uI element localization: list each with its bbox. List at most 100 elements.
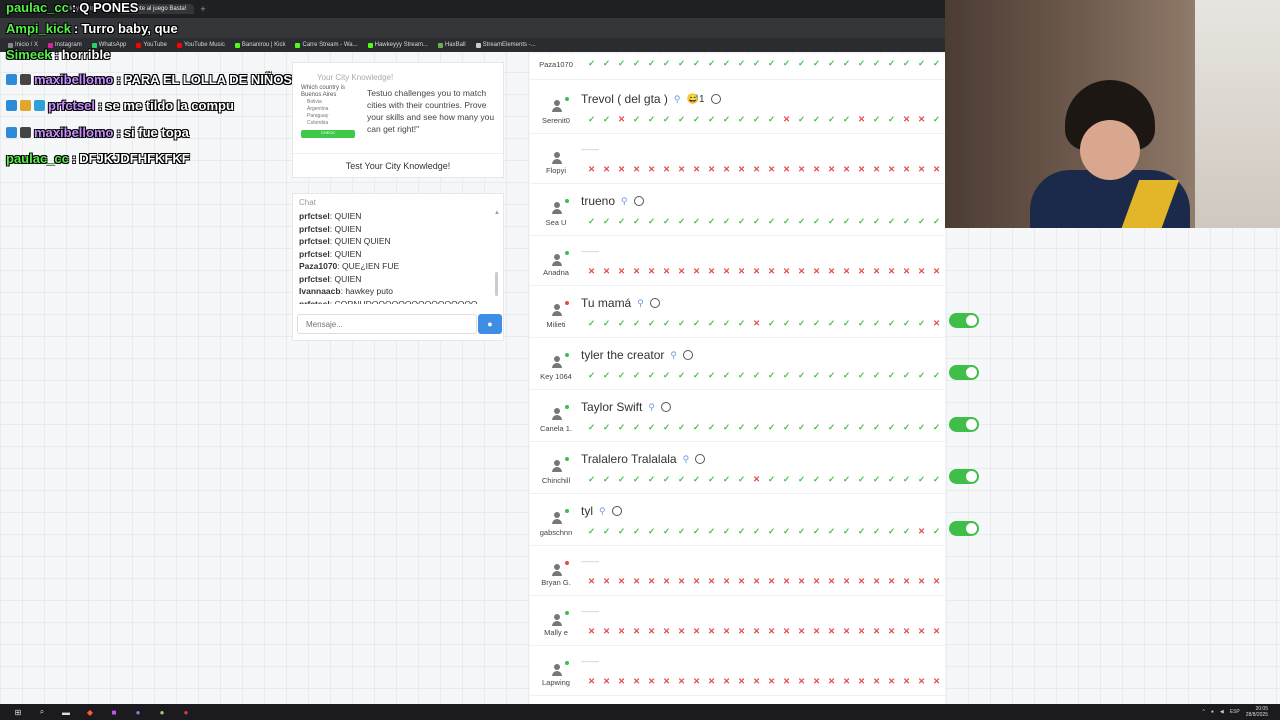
chrome-icon[interactable]: ● (156, 706, 168, 718)
chat-send-button[interactable]: ● (478, 314, 502, 334)
player-approve-toggle[interactable] (949, 521, 979, 536)
player-approve-toggle[interactable] (949, 417, 979, 432)
check-mark-icon: ✓ (902, 370, 911, 380)
brave-icon[interactable]: ◆ (84, 706, 96, 718)
add-reaction-icon[interactable] (710, 94, 721, 104)
check-mark-icon: ✓ (752, 422, 761, 432)
search-icon[interactable]: ⌕ (36, 706, 48, 718)
new-tab-icon[interactable]: + (200, 4, 205, 14)
bookmark-item[interactable]: Carre Stream - Wa... (295, 42, 358, 48)
search-icon[interactable]: ⚲ (621, 196, 628, 207)
chat-scrollbar[interactable]: ▲ (494, 210, 500, 300)
bookmark-item[interactable]: Hawkeyyy Stream... (367, 42, 428, 48)
bookmark-item[interactable]: YouTube Music (176, 42, 225, 48)
windows-start-icon[interactable]: ⊞ (12, 706, 24, 718)
check-mark-icon: ✓ (722, 318, 731, 328)
player-answer: tyl ⚲ (581, 504, 622, 518)
chat-message-user: Ivannaacb (299, 286, 341, 296)
mic-icon[interactable]: ● (1211, 709, 1214, 715)
player-approve-toggle[interactable] (949, 469, 979, 484)
chat-scroll-thumb[interactable] (495, 272, 498, 296)
cross-mark-icon: ✕ (662, 266, 671, 276)
search-icon[interactable]: ⚲ (599, 506, 606, 517)
check-mark-icon: ✓ (647, 114, 656, 124)
chat-message-input[interactable] (297, 314, 477, 334)
bookmark-item[interactable]: YouTube (136, 42, 167, 48)
check-mark-icon: ✓ (797, 526, 806, 536)
search-icon[interactable]: ⚲ (637, 298, 644, 309)
add-reaction-icon[interactable] (633, 196, 644, 206)
cross-mark-icon: ✕ (827, 676, 836, 686)
bookmark-label: Bananirou | Kick (241, 42, 286, 48)
ad-cta-button[interactable]: Test Your City Knowledge! (293, 153, 503, 177)
check-mark-icon: ✓ (872, 422, 881, 432)
check-mark-icon: ✓ (647, 422, 656, 432)
add-reaction-icon[interactable] (649, 298, 660, 308)
check-mark-icon: ✓ (632, 422, 641, 432)
check-mark-icon: ✓ (737, 422, 746, 432)
vote-marks: ✓ ✓ ✓ ✓ ✓ ✓ ✓ ✓ ✓ ✓ ✓ ✓ ✓ ✓ ✓ ✓ ✓ ✓ ✓ ✓ ✓ ✓ ✓ ✓ (584, 370, 944, 380)
check-mark-icon: ✓ (752, 370, 761, 380)
stream-chat-user: maxibellomo (34, 72, 114, 87)
search-icon[interactable]: ⚲ (683, 454, 690, 465)
check-mark-icon: ✓ (857, 216, 866, 226)
chat-message-text: QUIEN QUIEN (334, 236, 391, 246)
cross-mark-icon: ✕ (767, 626, 776, 636)
cross-mark-icon: ✕ (737, 676, 746, 686)
chat-log[interactable]: prfctsel: QUIEN prfctsel: QUIEN prfctsel: … (299, 210, 493, 304)
folder-icon[interactable]: ▬ (60, 706, 72, 718)
add-reaction-icon[interactable] (611, 506, 622, 516)
check-mark-icon: ✓ (647, 370, 656, 380)
language-indicator[interactable]: ESP (1230, 709, 1240, 715)
discord-icon[interactable]: ● (132, 706, 144, 718)
cross-mark-icon: ✕ (632, 164, 641, 174)
bookmark-item[interactable]: HaxBall (437, 42, 466, 48)
add-reaction-icon[interactable] (695, 454, 706, 464)
check-mark-icon: ✓ (692, 58, 701, 68)
add-reaction-icon[interactable] (682, 350, 693, 360)
player-approve-toggle[interactable] (949, 313, 979, 328)
cross-mark-icon: ✕ (842, 576, 851, 586)
add-reaction-icon[interactable] (660, 402, 671, 412)
player-row: Tralalero Tralalala ⚲ Chinchill ✓ ✓ ✓ ✓ ✓ ✓ ✓ ✓ ✓ ✓ ✓… (530, 442, 945, 494)
cross-mark-icon: ✕ (782, 164, 791, 174)
stream-chat-user: maxibellomo (34, 125, 114, 140)
record-icon[interactable]: ● (180, 706, 192, 718)
bookmark-item[interactable]: StreamElements -... (475, 42, 536, 48)
cross-mark-icon: ✕ (587, 164, 596, 174)
player-approve-toggle[interactable] (949, 365, 979, 380)
cross-mark-icon: ✕ (932, 626, 941, 636)
check-mark-icon: ✓ (707, 526, 716, 536)
app-icon[interactable]: ■ (108, 706, 120, 718)
cross-mark-icon: ✕ (692, 676, 701, 686)
chat-message-text: QUIEN (334, 273, 362, 284)
ad-box[interactable]: Your City Knowledge! Which country is Bu… (292, 62, 504, 178)
search-icon[interactable]: ⚲ (674, 94, 681, 105)
check-mark-icon: ✓ (587, 422, 596, 432)
check-mark-icon: ✓ (902, 318, 911, 328)
cross-mark-icon: ✕ (632, 266, 641, 276)
check-mark-icon: ✓ (827, 114, 836, 124)
stream-chat-separator: : (116, 72, 121, 87)
player-answer-text: trueno (581, 194, 616, 208)
player-answer: —— (581, 246, 599, 256)
tray-chevron-icon[interactable]: ^ (1202, 709, 1204, 715)
cross-mark-icon: ✕ (692, 576, 701, 586)
ad-thumb-option: Colombia (307, 120, 329, 126)
cross-mark-icon: ✕ (632, 626, 641, 636)
cross-mark-icon: ✕ (722, 164, 731, 174)
check-mark-icon: ✓ (692, 474, 701, 484)
search-icon[interactable]: ⚲ (670, 350, 677, 361)
cross-mark-icon: ✕ (647, 576, 656, 586)
volume-icon[interactable]: ◀ (1220, 709, 1224, 715)
cross-mark-icon: ✕ (752, 576, 761, 586)
search-icon[interactable]: ⚲ (648, 402, 655, 413)
bookmark-item[interactable]: Bananirou | Kick (234, 42, 286, 48)
bookmark-label: YouTube Music (183, 42, 225, 48)
check-mark-icon: ✓ (782, 370, 791, 380)
chat-message-user: prfctsel (299, 248, 330, 259)
clock[interactable]: 20:05 28/8/2025 (1246, 706, 1268, 718)
check-mark-icon: ✓ (827, 370, 836, 380)
check-mark-icon: ✓ (602, 318, 611, 328)
scroll-up-icon[interactable]: ▲ (494, 210, 500, 216)
